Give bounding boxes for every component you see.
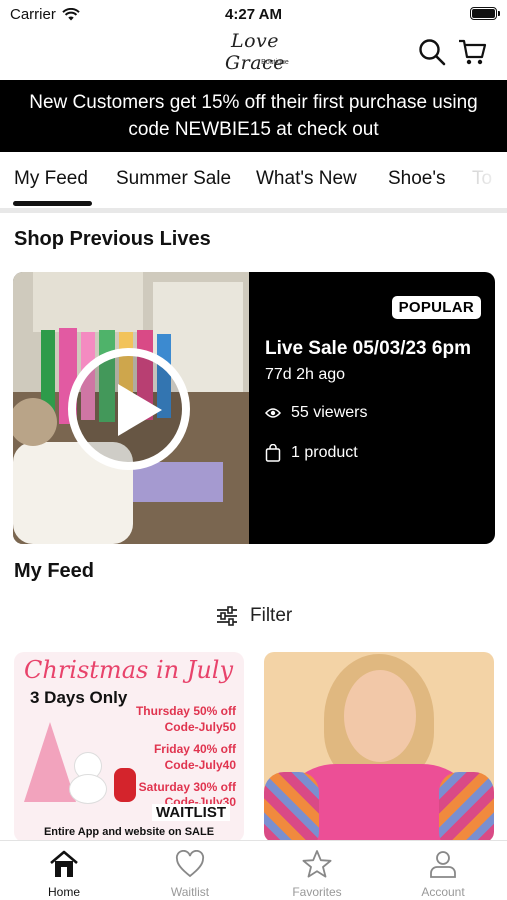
- promo-friday-code: Code-July40: [164, 758, 236, 772]
- model-sleeve-left: [264, 772, 319, 842]
- live-sale-card[interactable]: POPULAR Live Sale 05/03/23 6pm 77d 2h ag…: [13, 272, 495, 544]
- filter-sliders-icon: [217, 606, 237, 626]
- viewers-stat: 55 viewers: [265, 404, 367, 422]
- promo-saturday: Saturday 30% off: [138, 780, 236, 794]
- nav-home[interactable]: Home: [14, 847, 114, 899]
- tab-shoes[interactable]: Shoe's: [388, 168, 446, 190]
- shopping-bag-icon: [265, 444, 281, 462]
- nav-favorites-label: Favorites: [292, 885, 342, 899]
- products-count: 1 product: [291, 444, 358, 461]
- nav-home-label: Home: [47, 885, 80, 899]
- model-sleeve-right: [439, 772, 494, 842]
- status-bar: Carrier 4:27 AM: [0, 0, 507, 28]
- cart-icon: [459, 39, 487, 65]
- santa-illustration: [114, 768, 136, 802]
- star-icon: [302, 850, 332, 878]
- promo-banner[interactable]: New Customers get 15% off their first pu…: [0, 80, 507, 152]
- status-time: 4:27 AM: [225, 6, 282, 23]
- feed-card-christmas-in-july[interactable]: Christmas in July 3 Days Only Thursday 5…: [14, 652, 244, 842]
- live-video-thumbnail[interactable]: [13, 272, 249, 544]
- feed-card-pink-top[interactable]: [264, 652, 494, 842]
- live-sale-time-ago: 77d 2h ago: [265, 366, 346, 383]
- model-face: [344, 670, 416, 762]
- nav-favorites[interactable]: Favorites: [267, 847, 367, 899]
- promo-banner-line1: New Customers get 15% off their first pu…: [29, 92, 478, 113]
- active-tab-indicator: [13, 201, 92, 206]
- search-button[interactable]: [416, 36, 448, 68]
- tab-summer-sale[interactable]: Summer Sale: [116, 168, 231, 190]
- my-feed-title: My Feed: [14, 560, 95, 582]
- nav-account[interactable]: Account: [393, 847, 493, 899]
- promo-days: 3 Days Only: [30, 688, 128, 707]
- account-icon: [430, 851, 456, 878]
- promo-script-title: Christmas in July: [24, 656, 234, 684]
- tabs-fade: [447, 152, 507, 208]
- app-header: Love Grace Boutique: [0, 28, 507, 80]
- search-icon: [419, 39, 446, 66]
- battery-tip: [498, 11, 500, 16]
- play-icon: [118, 384, 162, 436]
- shop-previous-lives-title: Shop Previous Lives: [14, 228, 211, 250]
- heart-icon: [175, 850, 205, 878]
- section-divider: [0, 208, 507, 213]
- logo-script: Love Grace: [225, 30, 285, 74]
- waitlist-label: WAITLIST: [152, 804, 230, 821]
- nav-account-label: Account: [421, 885, 465, 899]
- battery-fill: [472, 9, 495, 18]
- play-button[interactable]: [68, 348, 190, 470]
- promo-thursday-code: Code-July50: [164, 720, 236, 734]
- promo-footer: Entire App and website on SALE: [43, 826, 215, 838]
- products-stat: 1 product: [265, 444, 358, 462]
- battery-icon: [470, 7, 500, 20]
- eye-icon: [265, 408, 281, 418]
- viewers-count: 55 viewers: [291, 404, 368, 421]
- home-icon: [50, 850, 78, 877]
- bottom-navigation: Home Waitlist Favorites Account: [0, 840, 507, 900]
- cart-button[interactable]: [456, 36, 488, 68]
- promo-friday: Friday 40% off: [153, 742, 236, 756]
- category-tabs: My Feed Summer Sale What's New Shoe's To: [0, 152, 507, 208]
- popular-badge: POPULAR: [391, 296, 481, 319]
- live-sale-title: Live Sale 05/03/23 6pm: [265, 338, 471, 359]
- tab-my-feed[interactable]: My Feed: [14, 168, 88, 190]
- filter-button[interactable]: Filter: [216, 605, 292, 627]
- tab-whats-new[interactable]: What's New: [256, 168, 357, 190]
- nav-waitlist-label: Waitlist: [170, 885, 210, 899]
- promo-banner-line2: code NEWBIE15 at check out: [128, 119, 379, 140]
- nav-waitlist[interactable]: Waitlist: [140, 847, 240, 899]
- snowman-body-illustration: [69, 774, 107, 804]
- filter-label: Filter: [250, 605, 293, 626]
- promo-thursday: Thursday 50% off: [135, 704, 236, 718]
- logo-subtext: Boutique: [261, 59, 289, 66]
- brand-logo[interactable]: Love Grace Boutique: [200, 30, 310, 74]
